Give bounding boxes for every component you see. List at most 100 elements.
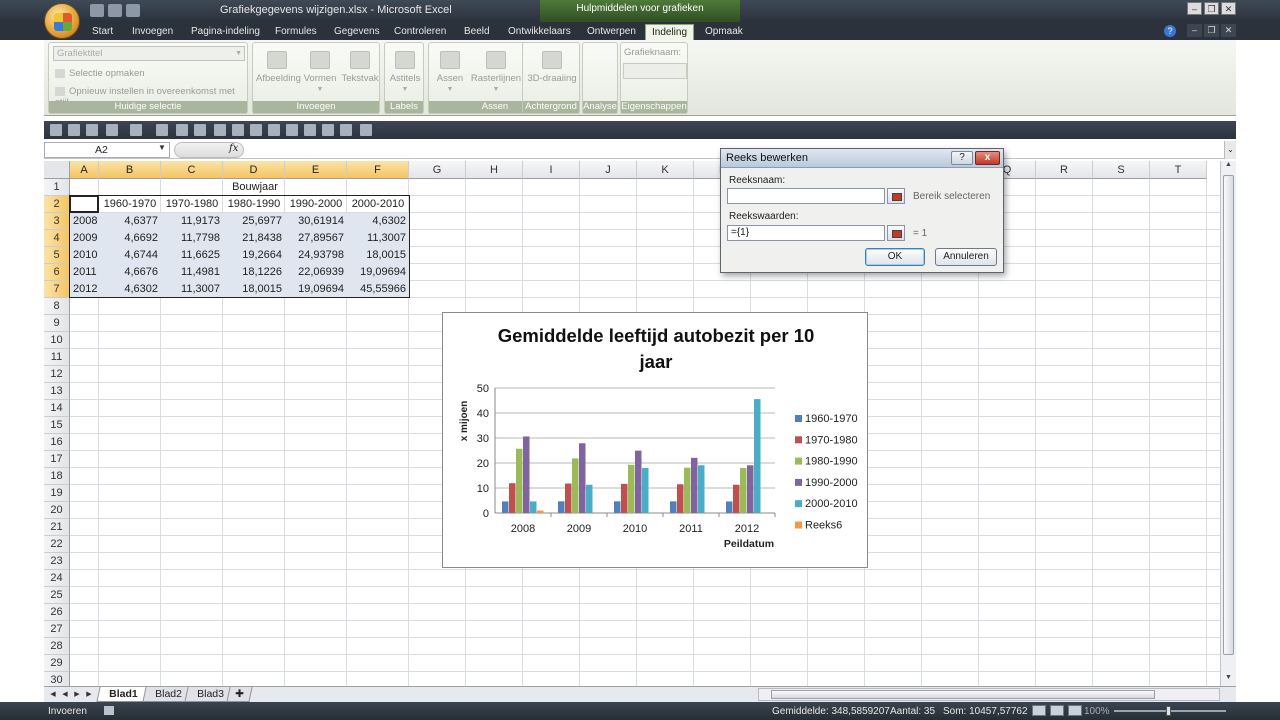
prev-sheet-icon[interactable]: ◀ [60,689,70,700]
copy-icon[interactable] [340,124,352,136]
row-header-4[interactable]: 4 [44,230,70,247]
name-box[interactable]: A2 [44,142,170,158]
ungroup-icon[interactable] [250,124,262,136]
row-header-22[interactable]: 22 [44,536,70,553]
formula-expand-button[interactable]: ⌄ [1224,141,1236,159]
undo-icon[interactable] [106,124,118,136]
scroll-thumb[interactable] [771,690,1155,699]
save-icon[interactable] [86,124,98,136]
row-header-10[interactable]: 10 [44,332,70,349]
row-header-3[interactable]: 3 [44,213,70,230]
chart-icon[interactable] [268,124,280,136]
row-header-14[interactable]: 14 [44,400,70,417]
scroll-up-icon[interactable]: ▲ [1221,161,1236,173]
help-button[interactable]: ? [951,151,973,165]
format-selection-button[interactable]: Selectie opmaken [55,68,145,79]
column-header-f[interactable]: F [347,161,409,179]
gridlines-button[interactable]: Rasterlijnen ▼ [469,51,523,93]
row-header-8[interactable]: 8 [44,298,70,315]
forward-icon[interactable] [322,124,334,136]
row-header-12[interactable]: 12 [44,366,70,383]
minimize-button[interactable]: – [1187,2,1202,15]
row-header-24[interactable]: 24 [44,570,70,587]
row-header-15[interactable]: 15 [44,417,70,434]
tab-beeld[interactable]: Beeld [464,24,490,40]
axis-titles-button[interactable]: Astitels ▼ [387,51,423,93]
close-button[interactable]: ✕ [1221,2,1236,15]
column-header-d[interactable]: D [223,161,285,179]
row-header-13[interactable]: 13 [44,383,70,400]
series-values-input[interactable]: ={1} [727,225,885,241]
undo-icon[interactable] [108,4,122,17]
column-header-g[interactable]: G [409,161,466,179]
tab-opmaak[interactable]: Opmaak [705,24,743,40]
row-header-25[interactable]: 25 [44,587,70,604]
row-header-27[interactable]: 27 [44,621,70,638]
row-header-21[interactable]: 21 [44,519,70,536]
row-header-23[interactable]: 23 [44,553,70,570]
range-picker-button[interactable] [887,225,905,241]
column-header-t[interactable]: T [1150,161,1207,179]
save-icon[interactable] [90,4,104,17]
select-all-corner[interactable] [44,161,70,179]
column-header-s[interactable]: S [1093,161,1150,179]
page-break-view-icon[interactable] [1068,705,1082,716]
chart-element-select[interactable]: Grafiektitel ▼ [53,46,245,61]
filter-icon[interactable] [156,124,168,136]
redo-icon[interactable] [126,4,140,17]
tab-formules[interactable]: Formules [275,24,317,40]
macro-record-icon[interactable] [104,706,114,715]
restore-button[interactable]: ❐ [1204,2,1219,15]
tab-invoegen[interactable]: Invoegen [132,24,173,40]
row-header-5[interactable]: 5 [44,247,70,264]
open-icon[interactable] [68,124,80,136]
insert-function-icon[interactable]: fx [229,143,238,154]
row-header-17[interactable]: 17 [44,451,70,468]
textbox-button[interactable]: Tekstvak [340,51,380,84]
scroll-thumb[interactable] [1223,175,1234,655]
dialog-titlebar[interactable]: Reeks bewerken ? x [721,149,1003,168]
first-sheet-icon[interactable]: ◀ [48,689,58,700]
insert-sheet-icon[interactable]: ✚ [226,687,253,702]
tab-gegevens[interactable]: Gegevens [334,24,380,40]
grid-icon[interactable] [304,124,316,136]
series-name-input[interactable] [727,188,885,204]
row-header-18[interactable]: 18 [44,468,70,485]
align-icon[interactable] [194,124,206,136]
row-header-30[interactable]: 30 [44,672,70,686]
column-header-b[interactable]: B [99,161,161,179]
chevron-down-icon[interactable] [360,124,372,136]
row-header-20[interactable]: 20 [44,502,70,519]
row-header-26[interactable]: 26 [44,604,70,621]
tab-controleren[interactable]: Controleren [394,24,446,40]
tab-indeling[interactable]: Indeling [645,24,695,40]
workbook-minimize-button[interactable]: – [1187,24,1202,37]
row-header-2[interactable]: 2 [44,196,70,213]
picture-button[interactable]: Afbeelding [256,51,301,84]
column-header-a[interactable]: A [70,161,99,179]
axes-button[interactable]: Assen ▼ [431,51,469,93]
workbook-restore-button[interactable]: ❐ [1204,24,1219,37]
chart[interactable]: Gemiddelde leeftijd autobezit per 10 jaa… [442,312,868,568]
vertical-scrollbar[interactable]: ▲ ▼ [1220,161,1236,686]
row-header-28[interactable]: 28 [44,638,70,655]
chevron-down-icon[interactable]: ▼ [158,143,166,152]
chart-name-input[interactable] [623,63,687,79]
tab-ontwerpen[interactable]: Ontwerpen [587,24,636,40]
tab-ontwikkelaars[interactable]: Ontwikkelaars [508,24,571,40]
row-header-6[interactable]: 6 [44,264,70,281]
row-header-16[interactable]: 16 [44,434,70,451]
office-button[interactable] [44,3,80,39]
last-sheet-icon[interactable]: ▶ [84,689,94,700]
table-icon[interactable] [286,124,298,136]
scroll-down-icon[interactable]: ▼ [1221,674,1236,686]
row-header-11[interactable]: 11 [44,349,70,366]
new-icon[interactable] [50,124,62,136]
column-header-e[interactable]: E [285,161,347,179]
column-header-k[interactable]: K [637,161,694,179]
row-header-29[interactable]: 29 [44,655,70,672]
sort-icon[interactable] [214,124,226,136]
ok-button[interactable]: OK [865,248,925,266]
column-header-r[interactable]: R [1036,161,1093,179]
page-layout-view-icon[interactable] [1050,705,1064,716]
